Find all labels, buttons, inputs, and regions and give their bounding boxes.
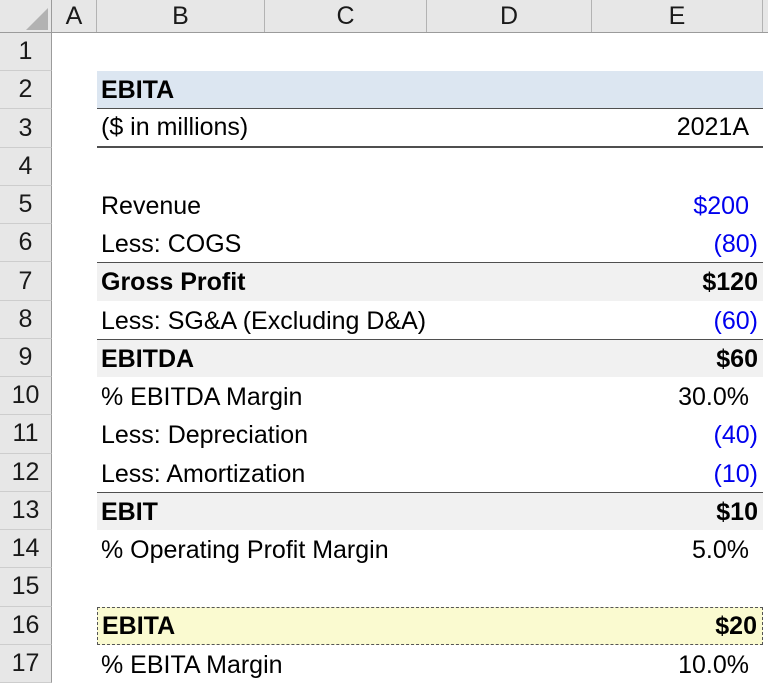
table-row-period: 3 ($ in millions) 2021A — [0, 109, 768, 148]
row-number[interactable]: 15 — [0, 568, 52, 607]
column-header-row: A B C D E — [0, 0, 768, 33]
cell-value[interactable]: 30.0% — [678, 384, 763, 415]
highlight-band: EBITA $20 — [97, 606, 763, 645]
table-row: 4 — [0, 147, 768, 186]
table-row: 1 — [0, 33, 768, 72]
cell-label[interactable]: ($ in millions) — [97, 114, 248, 145]
cell-value[interactable]: 10.0% — [678, 652, 763, 683]
row-number[interactable]: 10 — [0, 377, 52, 416]
cell-value[interactable]: $60 — [716, 346, 763, 377]
cell-value[interactable]: (80) — [714, 231, 763, 262]
cell-value[interactable]: $200 — [693, 193, 763, 224]
cell-label[interactable]: EBIT — [97, 499, 158, 530]
spreadsheet: A B C D E 1 2 EBITA 3 ($ in millions) 20… — [0, 0, 768, 683]
cell-value[interactable]: $10 — [716, 499, 763, 530]
table-row-subtotal: 7 Gross Profit $120 — [0, 262, 768, 301]
row-number[interactable]: 3 — [0, 109, 52, 148]
row-number[interactable]: 16 — [0, 606, 52, 645]
cell-label[interactable]: Revenue — [97, 193, 201, 224]
cell-value[interactable]: 5.0% — [692, 537, 763, 568]
table-row: 12 Less: Amortization (10) — [0, 453, 768, 492]
column-header-a[interactable]: A — [52, 0, 97, 32]
table-row-highlight: 16 EBITA $20 — [0, 606, 768, 645]
cell-area[interactable] — [52, 147, 768, 186]
subtotal-band: EBITDA $60 — [97, 338, 763, 378]
table-row: 6 Less: COGS (80) — [0, 224, 768, 263]
table-row-subtotal: 9 EBITDA $60 — [0, 338, 768, 378]
cell-value[interactable]: (10) — [714, 460, 763, 492]
table-row: 14 % Operating Profit Margin 5.0% — [0, 530, 768, 569]
row-number[interactable]: 17 — [0, 644, 52, 683]
row-number[interactable]: 13 — [0, 491, 52, 531]
row-number[interactable]: 12 — [0, 453, 52, 492]
cell-label[interactable]: Less: Depreciation — [97, 422, 308, 453]
column-header-d[interactable]: D — [427, 0, 592, 32]
row-number[interactable]: 9 — [0, 338, 52, 378]
row-number[interactable]: 11 — [0, 415, 52, 454]
cell-area[interactable] — [52, 568, 768, 607]
select-all-button[interactable] — [0, 0, 52, 32]
table-row: 8 Less: SG&A (Excluding D&A) (60) — [0, 300, 768, 339]
column-header-c[interactable]: C — [265, 0, 427, 32]
select-all-triangle-icon — [26, 8, 48, 30]
cell-area[interactable] — [52, 33, 768, 72]
row-number[interactable]: 5 — [0, 185, 52, 225]
cell-label[interactable]: % Operating Profit Margin — [97, 537, 389, 568]
cell-value[interactable] — [758, 103, 763, 108]
cell-label[interactable]: Less: Amortization — [97, 460, 305, 492]
title-band: EBITA — [97, 71, 763, 110]
column-header-e[interactable]: E — [592, 0, 763, 32]
cell-value[interactable]: (40) — [714, 422, 763, 453]
cell-label[interactable]: % EBITDA Margin — [97, 384, 302, 415]
row-number[interactable]: 6 — [0, 224, 52, 263]
column-header-sliver — [763, 0, 768, 32]
cell-value[interactable]: $120 — [702, 269, 763, 300]
row-number[interactable]: 7 — [0, 262, 52, 301]
table-row: 15 — [0, 568, 768, 607]
table-row: 11 Less: Depreciation (40) — [0, 415, 768, 454]
cell-label[interactable]: Gross Profit — [97, 269, 245, 300]
table-row: 10 % EBITDA Margin 30.0% — [0, 377, 768, 416]
cell-value[interactable]: (60) — [714, 307, 763, 339]
table-row: 5 Revenue $200 — [0, 185, 768, 225]
cell-value[interactable]: 2021A — [677, 114, 763, 145]
subtotal-band: Gross Profit $120 — [97, 262, 763, 301]
table-row-subtotal: 13 EBIT $10 — [0, 491, 768, 531]
cell-label[interactable]: EBITA — [98, 612, 175, 644]
row-number[interactable]: 8 — [0, 300, 52, 339]
cell-label[interactable]: EBITA — [97, 77, 174, 108]
row-number[interactable]: 14 — [0, 530, 52, 569]
cell-label[interactable]: % EBITA Margin — [97, 652, 283, 683]
cell-value[interactable]: $20 — [715, 612, 762, 644]
subtotal-band: EBIT $10 — [97, 491, 763, 531]
row-number[interactable]: 4 — [0, 147, 52, 186]
cell-label[interactable]: Less: SG&A (Excluding D&A) — [97, 307, 426, 339]
cell-label[interactable]: Less: COGS — [97, 231, 241, 262]
table-row: 17 % EBITA Margin 10.0% — [0, 644, 768, 683]
period-band: ($ in millions) 2021A — [97, 109, 763, 148]
column-header-b[interactable]: B — [97, 0, 265, 32]
row-number[interactable]: 2 — [0, 71, 52, 110]
row-number[interactable]: 1 — [0, 33, 52, 72]
cell-label[interactable]: EBITDA — [97, 346, 194, 377]
table-row-title: 2 EBITA — [0, 71, 768, 110]
